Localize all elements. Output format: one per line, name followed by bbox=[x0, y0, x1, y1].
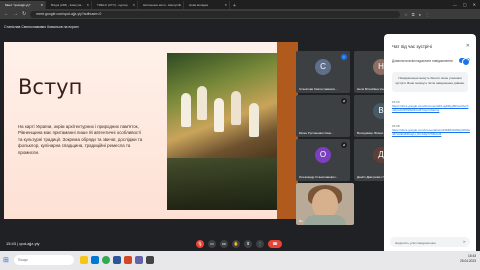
raise-hand-button[interactable]: ✋ bbox=[232, 240, 240, 248]
extensions-icon[interactable]: ⧉ bbox=[412, 12, 415, 17]
meet-stage: Станіслав Святославович Ковальов на екра… bbox=[0, 19, 480, 262]
close-icon[interactable]: ✕ bbox=[132, 3, 135, 7]
tab-meet[interactable]: Meet: "qod-ajjz-yiy" ✕ bbox=[0, 1, 46, 9]
participant-tile[interactable]: О ⌀ Олександр Станіславович... bbox=[296, 139, 350, 181]
slide-accent-bar bbox=[277, 42, 298, 219]
os-taskbar: ⊞ Пошук 15:43 25.04.2023 bbox=[0, 251, 480, 270]
maximize-icon[interactable]: ▢ bbox=[463, 2, 467, 7]
chat-notice: Повідомлення можуть бачити лише учасники… bbox=[392, 72, 468, 92]
close-icon[interactable]: ✕ bbox=[40, 3, 43, 7]
chat-message: 15:20 https://docs.google.com/document/d… bbox=[392, 100, 470, 112]
message-link[interactable]: https://docs.google.com/document/d/1ogM2… bbox=[392, 104, 470, 112]
chat-message: 15:28 https://docs.google.com/presentati… bbox=[392, 124, 470, 136]
self-video-tile[interactable]: Ви bbox=[296, 183, 354, 225]
camera-button[interactable]: ▭ bbox=[208, 240, 216, 248]
message-link[interactable]: https://docs.google.com/presentation/d/1… bbox=[392, 128, 470, 136]
chat-input-placeholder: Надішліть усім повідомлення bbox=[395, 240, 436, 245]
speaking-icon: • bbox=[341, 54, 347, 60]
url-field[interactable]: meet.google.com/qod-ajjz-yiy?authuser=0 bbox=[30, 10, 401, 18]
slide-body: На карті України, окрім архітектурних і … bbox=[18, 124, 143, 155]
search-placeholder: Пошук bbox=[18, 258, 28, 262]
powerpoint-icon[interactable] bbox=[124, 256, 132, 264]
meeting-code: qod-ajjz-yiy bbox=[19, 241, 40, 246]
present-button[interactable]: ⬆ bbox=[244, 240, 252, 248]
presenter-banner: Станіслав Святославович Ковальов на екра… bbox=[4, 25, 79, 29]
mic-off-icon: ⌀ bbox=[341, 98, 347, 104]
word-icon[interactable] bbox=[113, 256, 121, 264]
mic-off-button[interactable]: 🎙 bbox=[196, 240, 204, 248]
meeting-clock: 15:43 | qod-ajjz-yiy bbox=[6, 241, 40, 246]
reload-icon[interactable]: ↻ bbox=[22, 11, 26, 17]
edge-icon[interactable] bbox=[91, 256, 99, 264]
send-icon[interactable]: ➤ bbox=[463, 239, 466, 244]
mic-off-icon: ⌀ bbox=[341, 142, 347, 148]
minimize-icon[interactable]: — bbox=[453, 2, 457, 7]
windows-start-icon[interactable]: ⊞ bbox=[3, 256, 9, 264]
participant-tile[interactable]: ⌀ Євген Русланович Кам... bbox=[296, 95, 350, 137]
tab-gmail[interactable]: Вхідні (248) - kateryna... ✕ bbox=[46, 1, 92, 9]
close-icon[interactable]: ✕ bbox=[224, 3, 227, 7]
back-icon[interactable]: ← bbox=[4, 11, 9, 17]
tab-label: Натхнення мети - katerynn... bbox=[143, 3, 183, 7]
close-icon[interactable]: ✕ bbox=[86, 3, 89, 7]
avatar: С bbox=[315, 59, 331, 75]
slide-painting bbox=[167, 53, 277, 210]
teams-icon[interactable] bbox=[135, 256, 143, 264]
clock-time: 15:43 bbox=[6, 241, 17, 246]
address-bar: ← → ↻ meet.google.com/qod-ajjz-yiy?authu… bbox=[0, 9, 480, 19]
captions-button[interactable]: cc bbox=[220, 240, 228, 248]
tray-date: 25.04.2023 bbox=[460, 258, 476, 263]
forward-icon[interactable]: → bbox=[13, 11, 18, 17]
tab-inspiration[interactable]: Натхнення мети - katerynn... ✕ bbox=[138, 1, 184, 9]
avatar bbox=[315, 103, 331, 119]
participant-name: Євген Русланович Кам... bbox=[299, 131, 334, 135]
chrome-icon[interactable] bbox=[102, 256, 110, 264]
allow-messages-row: Дозволити всім надсилати повідомлення bbox=[392, 57, 470, 66]
tab-label: TRELO (CTV) - курсор bbox=[97, 3, 128, 7]
tab-label: Meet: "qod-ajjz-yiy" bbox=[5, 3, 31, 7]
window-controls: — ▢ ✕ bbox=[449, 0, 480, 9]
more-options-button[interactable]: ⋮ bbox=[256, 240, 264, 248]
avatar: О bbox=[315, 147, 331, 163]
tab-strip: Meet: "qod-ajjz-yiy" ✕ Вхідні (248) - kat… bbox=[0, 0, 480, 9]
self-label: Ви bbox=[299, 219, 303, 223]
tab-trello[interactable]: TRELO (CTV) - курсор ✕ bbox=[92, 1, 138, 9]
participant-name: Олександр Станіславович... bbox=[299, 175, 339, 179]
tab-label: Нова вкладка bbox=[189, 3, 209, 7]
participant-tile[interactable]: С • Станіслав Святославович... bbox=[296, 51, 350, 93]
app-icon[interactable] bbox=[146, 256, 154, 264]
star-icon[interactable]: ☆ bbox=[404, 12, 408, 17]
profile-icon[interactable]: ● bbox=[419, 12, 421, 17]
close-window-icon[interactable]: ✕ bbox=[473, 2, 476, 7]
taskbar-search[interactable]: Пошук bbox=[14, 255, 74, 265]
tab-newtab[interactable]: Нова вкладка ✕ bbox=[184, 1, 230, 9]
tab-label: Вхідні (248) - kateryna... bbox=[51, 3, 84, 7]
file-explorer-icon[interactable] bbox=[80, 256, 88, 264]
chat-panel: Чат під час зустрічі ✕ Дозволити всім на… bbox=[384, 34, 476, 262]
chat-input[interactable]: Надішліть усім повідомлення ➤ bbox=[390, 237, 470, 247]
slide-title: Вступ bbox=[18, 75, 83, 99]
menu-icon[interactable]: ⋮ bbox=[425, 12, 429, 17]
participant-name: Станіслав Святославович... bbox=[299, 87, 338, 91]
allow-messages-toggle[interactable] bbox=[459, 57, 470, 66]
leave-call-button[interactable]: ☎ bbox=[268, 240, 282, 248]
close-icon[interactable]: ✕ bbox=[178, 3, 181, 7]
chat-title: Чат під час зустрічі bbox=[392, 44, 432, 49]
toggle-label: Дозволити всім надсилати повідомлення bbox=[392, 59, 453, 63]
close-icon[interactable]: ✕ bbox=[466, 43, 470, 49]
system-clock[interactable]: 15:43 25.04.2023 bbox=[460, 254, 476, 263]
presentation-slide: Вступ На карті України, окрім архітектур… bbox=[4, 42, 298, 219]
